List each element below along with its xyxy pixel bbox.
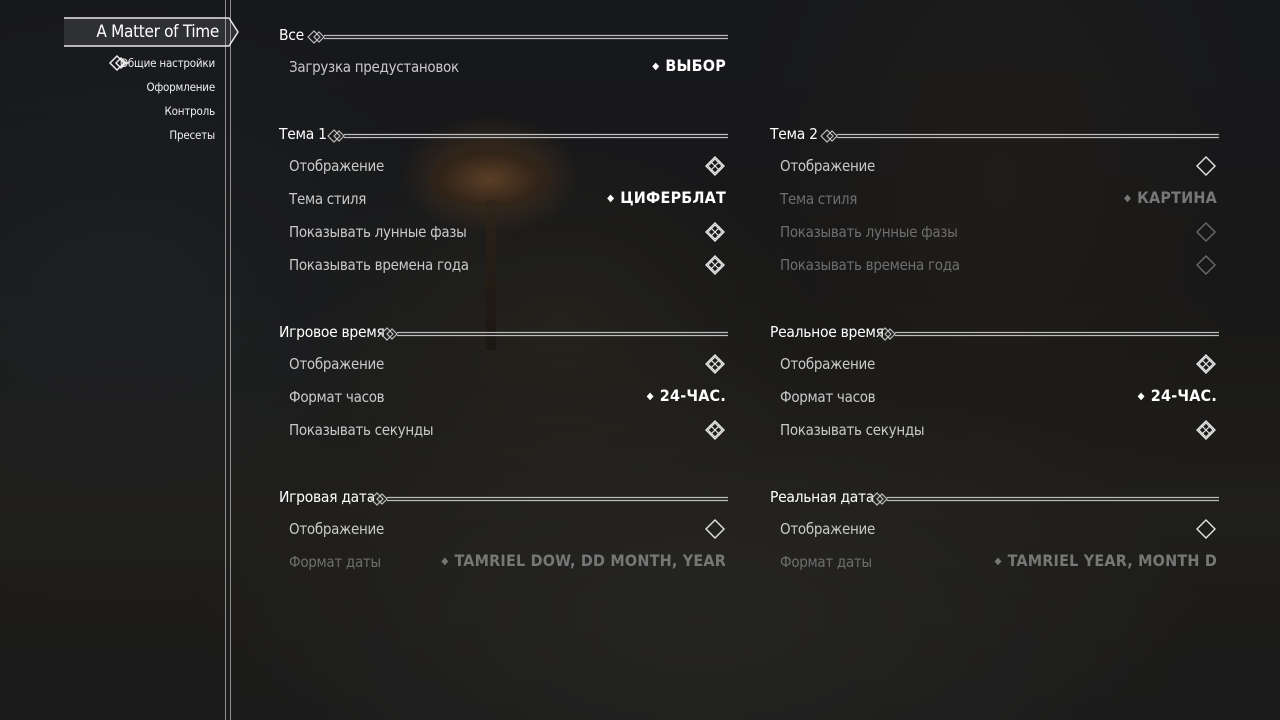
section-title: Тема 1 (279, 125, 327, 143)
section-header-game-time: Игровое время (279, 323, 729, 345)
theme1-style-label: Тема стиля (289, 190, 367, 208)
game-date-format-label: Формат даты (289, 553, 381, 571)
theme2-style-label: Тема стиля (780, 190, 858, 208)
real-time-format-dropdown[interactable]: ◆ 24-ЧАС. (1138, 386, 1217, 405)
game-time-format-value: 24-ЧАС. (659, 386, 726, 405)
section-title: Все (279, 26, 304, 44)
game-date-display-label: Отображение (289, 520, 384, 538)
real-time-format-value: 24-ЧАС. (1150, 386, 1217, 405)
real-time-display-checkbox[interactable] (1196, 354, 1216, 374)
game-time-seconds-label: Показывать секунды (289, 421, 434, 439)
section-title: Тема 2 (770, 125, 818, 143)
divider-line-right (230, 0, 231, 720)
game-time-seconds-checkbox[interactable] (705, 420, 725, 440)
preset-load-label: Загрузка предустановок (289, 58, 459, 76)
nav-item-control[interactable]: Контроль (165, 104, 216, 118)
theme1-seasons-checkbox[interactable] (705, 255, 725, 275)
section-arrow-icon (870, 492, 1219, 506)
section-header-real-date: Реальная дата (770, 488, 1220, 510)
game-time-format-label: Формат часов (289, 388, 385, 406)
theme2-moon-checkbox[interactable] (1196, 222, 1216, 242)
game-date-display-checkbox[interactable] (705, 519, 725, 539)
mod-title-tab[interactable]: A Matter of Time (64, 16, 239, 48)
theme1-style-dropdown[interactable]: ◆ ЦИФЕРБЛАТ (607, 188, 726, 207)
real-date-display-label: Отображение (780, 520, 875, 538)
theme1-style-value: ЦИФЕРБЛАТ (620, 188, 726, 207)
real-time-display-label: Отображение (780, 355, 875, 373)
real-time-format-label: Формат часов (780, 388, 876, 406)
section-arrow-icon (307, 30, 728, 44)
theme2-display-checkbox[interactable] (1196, 156, 1216, 176)
section-header-theme2: Тема 2 (770, 125, 1220, 147)
theme1-seasons-label: Показывать времена года (289, 256, 469, 274)
nav-item-general-settings[interactable]: Общие настройки (120, 56, 215, 70)
section-title: Игровая дата (279, 488, 375, 506)
section-arrow-icon (380, 327, 728, 341)
theme1-moon-checkbox[interactable] (705, 222, 725, 242)
theme1-display-label: Отображение (289, 157, 384, 175)
section-header-game-date: Игровая дата (279, 488, 729, 510)
preset-load-dropdown[interactable]: ◆ ВЫБОР (652, 56, 726, 75)
theme1-moon-label: Показывать лунные фазы (289, 223, 467, 241)
section-title: Реальное время (770, 323, 884, 341)
nav-item-appearance[interactable]: Оформление (146, 80, 215, 94)
theme1-display-checkbox[interactable] (705, 156, 725, 176)
dropdown-dot-icon: ◆ (607, 193, 615, 204)
game-date-format-value: TAMRIEL DOW, DD MONTH, YEAR (454, 551, 726, 570)
game-time-display-label: Отображение (289, 355, 384, 373)
real-date-format-dropdown[interactable]: ◆ TAMRIEL YEAR, MONTH D (994, 551, 1217, 570)
theme2-style-dropdown[interactable]: ◆ КАРТИНА (1124, 188, 1217, 207)
game-date-format-dropdown[interactable]: ◆ TAMRIEL DOW, DD MONTH, YEAR (441, 551, 726, 570)
game-time-display-checkbox[interactable] (705, 354, 725, 374)
divider-line-left (225, 0, 226, 720)
dropdown-dot-icon: ◆ (1137, 391, 1145, 402)
dropdown-dot-icon: ◆ (652, 61, 660, 72)
section-title: Реальная дата (770, 488, 875, 506)
section-arrow-icon (820, 129, 1219, 143)
real-date-display-checkbox[interactable] (1196, 519, 1216, 539)
section-arrow-icon (327, 129, 728, 143)
section-header-all: Все (279, 26, 729, 48)
theme2-style-value: КАРТИНА (1137, 188, 1217, 207)
real-date-format-value: TAMRIEL YEAR, MONTH D (1007, 551, 1217, 570)
real-time-seconds-checkbox[interactable] (1196, 420, 1216, 440)
dropdown-dot-icon: ◆ (994, 556, 1002, 567)
game-time-format-dropdown[interactable]: ◆ 24-ЧАС. (647, 386, 726, 405)
section-header-theme1: Тема 1 (279, 125, 729, 147)
dropdown-dot-icon: ◆ (1123, 193, 1132, 204)
section-arrow-icon (370, 492, 728, 506)
theme2-display-label: Отображение (780, 157, 875, 175)
theme2-moon-label: Показывать лунные фазы (780, 223, 958, 241)
theme2-seasons-checkbox[interactable] (1196, 255, 1216, 275)
dropdown-dot-icon: ◆ (646, 391, 654, 402)
dropdown-dot-icon: ◆ (441, 556, 449, 567)
real-time-seconds-label: Показывать секунды (780, 421, 925, 439)
preset-load-value: ВЫБОР (665, 56, 726, 75)
section-header-real-time: Реальное время (770, 323, 1220, 345)
mod-title: A Matter of Time (96, 22, 219, 42)
nav-item-presets[interactable]: Пресеты (169, 128, 215, 142)
section-title: Игровое время (279, 323, 385, 341)
real-date-format-label: Формат даты (780, 553, 872, 571)
section-arrow-icon (878, 327, 1219, 341)
theme2-seasons-label: Показывать времена года (780, 256, 960, 274)
